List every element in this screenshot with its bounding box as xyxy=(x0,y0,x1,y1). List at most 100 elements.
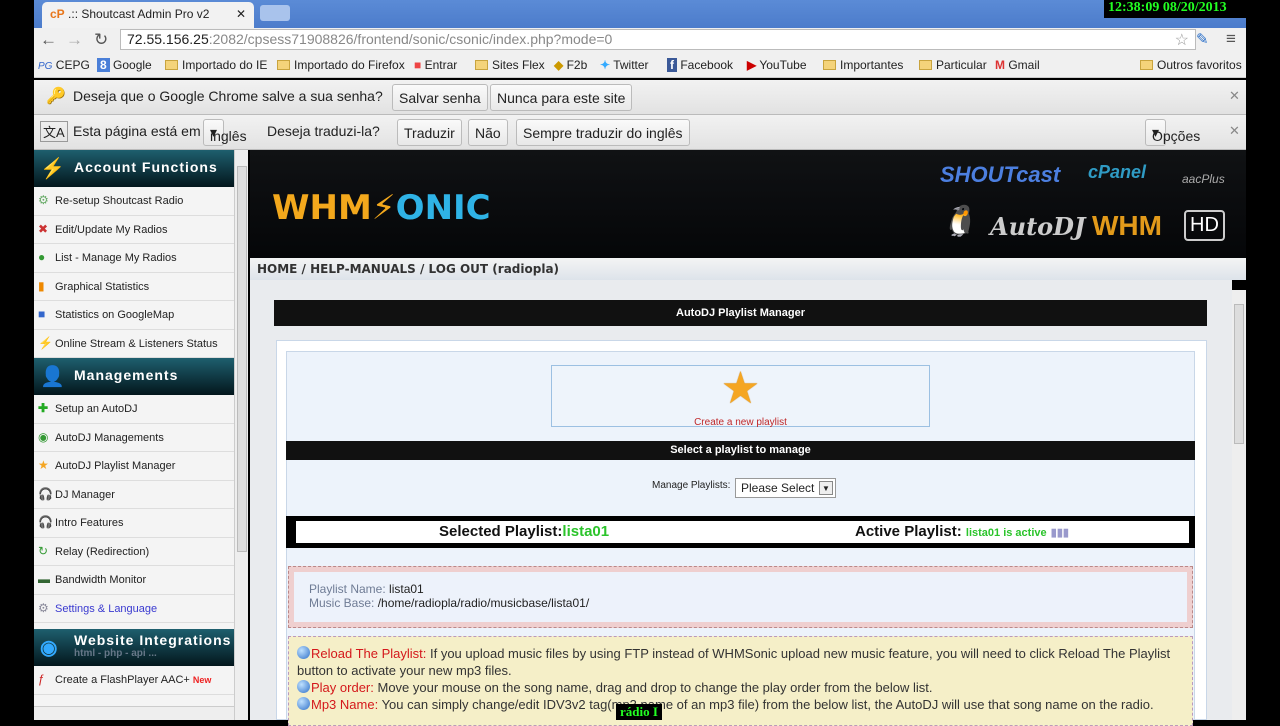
translate-icon: 文A xyxy=(40,121,68,142)
reload-icon[interactable]: ↻ xyxy=(94,30,108,50)
sidebar-item-bandwidth[interactable]: ▬ Bandwidth Monitor xyxy=(34,566,234,595)
whmsonic-logo[interactable]: WHM⚡ONIC xyxy=(272,188,491,228)
manager-avatar-icon: 👤 xyxy=(40,366,66,388)
playlist-status-bar: Selected Playlist:lista01 Active Playlis… xyxy=(286,516,1195,548)
translate-infobar: 文A Esta página está em inglês ▾ Deseja t… xyxy=(34,115,1246,150)
url-path: :2082/cpsess71908826/frontend/sonic/cson… xyxy=(208,31,613,47)
sidebar-item-setup-autodj[interactable]: ✚ Setup an AutoDJ xyxy=(34,395,234,424)
close-icon[interactable]: ✕ xyxy=(1229,88,1240,104)
bookmark-gmail[interactable]: M Gmail xyxy=(995,58,1040,72)
globe-icon: ◉ xyxy=(40,637,59,659)
sidebar-item-intro-features[interactable]: 🎧 Intro Features xyxy=(34,509,234,538)
sidebar-item-autodj-managements[interactable]: ◉ AutoDJ Managements xyxy=(34,424,234,452)
relay-icon: ↻ xyxy=(38,543,49,558)
create-playlist-label: Create a new playlist xyxy=(694,417,787,428)
music-base-path: /home/radiopla/radio/musicbase/lista01/ xyxy=(377,596,590,610)
tab-title: .:: Shoutcast Admin Pro v2 xyxy=(68,7,210,21)
bookmark-particular[interactable]: Particular xyxy=(919,58,987,72)
manage-playlists-label: Manage Playlists: xyxy=(652,480,731,491)
folder-icon xyxy=(919,60,932,70)
bookmark-google[interactable]: 8 Google xyxy=(97,58,152,72)
bookmark-ie[interactable]: Importado do IE xyxy=(165,58,267,72)
lightning-icon: ⚡ xyxy=(38,335,53,350)
star-icon: ★ xyxy=(38,458,49,472)
sidebar-item-resetup[interactable]: ⚙ Re-setup Shoutcast Radio xyxy=(34,187,234,216)
always-translate-button[interactable]: Sempre traduzir do inglês xyxy=(516,119,690,146)
gears-icon: ⚙ xyxy=(38,600,49,615)
tips-box: Reload The Playlist: If you upload music… xyxy=(288,636,1193,726)
penguin-icon: 🐧 xyxy=(940,205,978,238)
bookmark-sites-flex[interactable]: Sites Flex xyxy=(475,58,545,72)
tip-play-order: Play order: Move your mouse on the song … xyxy=(297,679,1184,696)
bookmark-star-icon[interactable]: ☆ xyxy=(1175,30,1189,50)
translate-question: Deseja traduzi-la? xyxy=(267,123,380,139)
bookmark-f2b[interactable]: ◆ F2b xyxy=(554,58,587,72)
site-header: WHM⚡ONIC SHOUTcast cPanel aacPlus 🐧 Auto… xyxy=(250,150,1246,258)
tip-reload: Reload The Playlist: If you upload music… xyxy=(297,646,1171,678)
create-playlist-button[interactable]: ★ Create a new playlist xyxy=(551,365,930,428)
info-icon xyxy=(297,697,310,710)
sidebar-item-list-radios[interactable]: ● List - Manage My Radios xyxy=(34,244,234,273)
playlist-name: lista01 xyxy=(389,582,424,596)
sidebar-item-dj-manager[interactable]: 🎧 DJ Manager xyxy=(34,481,234,509)
url-host: 72.55.156.25 xyxy=(127,31,209,47)
tools-icon: ✖ xyxy=(38,221,49,236)
sidebar-vertical-scrollbar[interactable] xyxy=(234,150,248,720)
aacplus-logo: aacPlus xyxy=(1182,172,1225,186)
no-translate-button[interactable]: Não xyxy=(468,119,508,146)
options-button[interactable]: Opções ▾ xyxy=(1145,119,1200,146)
sidebar-horizontal-scrollbar[interactable] xyxy=(34,706,234,720)
main-scrollbar[interactable] xyxy=(1232,290,1246,720)
bookmark-entrar[interactable]: ■ Entrar xyxy=(414,58,457,72)
browser-tab[interactable]: cP .:: Shoutcast Admin Pro v2 ✕ xyxy=(42,2,254,28)
bookmark-importantes[interactable]: Importantes xyxy=(823,58,903,72)
bookmark-firefox[interactable]: Importado do Firefox xyxy=(277,58,405,72)
lightning-icon: ⚡ xyxy=(40,158,66,180)
folder-icon xyxy=(277,60,290,70)
save-password-infobar: 🔑 Deseja que o Google Chrome salve a sua… xyxy=(34,80,1246,115)
never-save-button[interactable]: Nunca para este site xyxy=(490,84,633,111)
flash-icon: ƒ xyxy=(38,672,45,686)
sidebar-item-online-status[interactable]: ⚡ Online Stream & Listeners Status xyxy=(34,330,234,358)
breadcrumb[interactable]: HOME / HELP-MANUALS / LOG OUT (radiopla) xyxy=(250,258,1246,280)
translate-button[interactable]: Traduzir xyxy=(397,119,462,146)
eyedropper-extension-icon[interactable]: ✎ xyxy=(1196,30,1209,48)
manage-playlists-select[interactable]: Please Select ▼ xyxy=(735,478,836,498)
folder-icon xyxy=(823,60,836,70)
close-icon[interactable]: ✕ xyxy=(1229,123,1240,139)
new-badge: New xyxy=(192,675,212,685)
equalizer-icon: ▮▮▮ xyxy=(1050,527,1069,539)
sidebar-item-edit-radios[interactable]: ✖ Edit/Update My Radios xyxy=(34,216,234,244)
save-password-button[interactable]: Salvar senha xyxy=(392,84,488,111)
whm-logo: WHM xyxy=(1092,210,1162,241)
bookmark-twitter[interactable]: ✦ Twitter xyxy=(600,58,649,72)
sidebar-item-settings[interactable]: ⚙ Settings & Language xyxy=(34,595,234,623)
sidebar-item-relay[interactable]: ↻ Relay (Redirection) xyxy=(34,538,234,566)
back-icon[interactable]: ← xyxy=(40,30,57,50)
language-dropdown[interactable]: inglês ▾ xyxy=(203,119,247,146)
selected-playlist: Selected Playlist:lista01 xyxy=(439,523,610,540)
headphones-icon: 🎧 xyxy=(38,486,53,501)
headphones-icon: 🎧 xyxy=(38,515,53,529)
cpanel-favicon-icon: cP xyxy=(50,7,65,21)
info-icon xyxy=(297,646,310,659)
radio-overlay: rádio I xyxy=(616,704,662,720)
bookmark-cepg[interactable]: PG CEPG xyxy=(38,58,90,72)
sidebar-item-graphical-stats[interactable]: ▮ Graphical Statistics xyxy=(34,273,234,301)
bookmark-facebook[interactable]: f Facebook xyxy=(667,58,733,72)
close-tab-icon[interactable]: ✕ xyxy=(236,7,246,21)
menu-icon[interactable]: ≡ xyxy=(1226,29,1236,49)
new-tab-button[interactable] xyxy=(260,5,290,21)
sidebar-item-playlist-manager[interactable]: ★ AutoDJ Playlist Manager xyxy=(34,452,234,481)
monitor-icon: ▬ xyxy=(38,572,50,586)
tip-mp3-name: Mp3 Name: You can simply change/edit IDV… xyxy=(297,696,1184,713)
forward-icon[interactable]: → xyxy=(66,30,83,50)
folder-icon xyxy=(475,60,488,70)
page-title: AutoDJ Playlist Manager xyxy=(274,300,1207,326)
address-bar[interactable]: 72.55.156.25:2082/cpsess71908826/fronten… xyxy=(120,29,1196,50)
sidebar-item-flashplayer[interactable]: ƒ Create a FlashPlayer AAC+ New xyxy=(34,666,234,695)
bookmark-youtube[interactable]: ▶ YouTube xyxy=(747,58,807,72)
sidebar-item-googlemap-stats[interactable]: ■ Statistics on GoogleMap xyxy=(34,301,234,330)
select-playlist-heading: Select a playlist to manage xyxy=(286,441,1195,460)
bookmark-other[interactable]: Outros favoritos xyxy=(1140,58,1242,72)
